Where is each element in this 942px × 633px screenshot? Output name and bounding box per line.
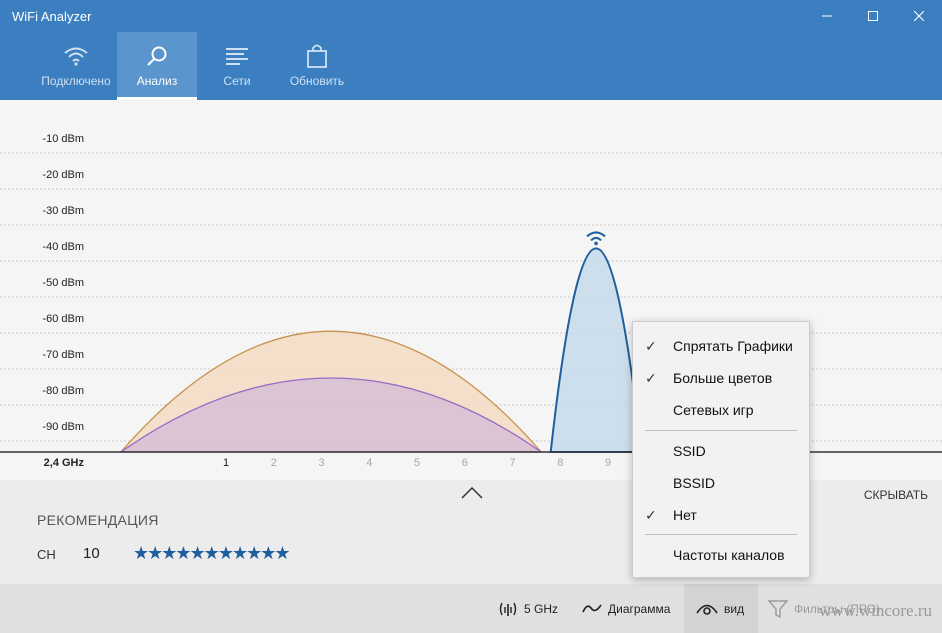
menu-separator: [645, 534, 797, 535]
check-icon: ✓: [645, 338, 657, 354]
menu-item-hide-graphs[interactable]: ✓ Спрятать Графики: [633, 330, 809, 362]
chevron-up-icon[interactable]: [461, 486, 483, 505]
menu-item-label: BSSID: [673, 475, 716, 491]
signal-curve: [549, 247, 643, 453]
list-icon: [225, 42, 249, 70]
menu-item-ssid[interactable]: SSID: [633, 435, 809, 467]
recommendation-heading: РЕКОМЕНДАЦИЯ: [37, 512, 159, 528]
close-button[interactable]: [896, 0, 942, 32]
window-title: WiFi Analyzer: [12, 9, 92, 24]
x-tick-label: 7: [509, 457, 515, 469]
maximize-button[interactable]: [850, 0, 896, 32]
x-tick-label: 2: [271, 457, 277, 469]
menu-item-label: Частоты каналов: [673, 547, 785, 563]
title-bar: WiFi Analyzer: [0, 0, 942, 32]
close-icon: [914, 11, 924, 21]
band-5ghz-button[interactable]: 5 GHz: [490, 584, 566, 633]
watermark: www.wincore.ru: [818, 601, 932, 620]
y-tick-label: -20 dBm: [42, 169, 84, 181]
y-tick-label: -60 dBm: [42, 313, 84, 325]
menu-item-label: Сетевых игр: [673, 402, 754, 418]
wifi-marker-icon: [594, 241, 598, 246]
y-tick-label: -90 dBm: [42, 421, 84, 433]
x-tick-label: 3: [318, 457, 324, 469]
rating-stars: ★★★★★★★★★★★: [133, 543, 291, 563]
top-navigation: Подключено Анализ Сети Обновить: [0, 32, 942, 100]
menu-item-channel-frequencies[interactable]: Частоты каналов: [633, 539, 809, 571]
diagram-button[interactable]: Диаграмма: [574, 584, 684, 633]
tab-refresh[interactable]: Обновить: [282, 32, 352, 100]
y-tick-label: -30 dBm: [42, 205, 84, 217]
eye-icon: [696, 602, 718, 616]
menu-item-none[interactable]: ✓ Нет: [633, 499, 809, 531]
diagram-label: Диаграмма: [608, 601, 671, 616]
bag-icon: [306, 42, 328, 70]
bottom-toolbar: 5 GHz Диаграмма вид Фильтры (ПРО) www.wi…: [0, 584, 942, 633]
check-icon: ✓: [645, 370, 657, 386]
y-tick-label: -50 dBm: [42, 277, 84, 289]
tab-analysis[interactable]: Анализ: [117, 32, 197, 100]
maximize-icon: [868, 11, 878, 21]
y-tick-label: -80 dBm: [42, 385, 84, 397]
view-button[interactable]: вид: [684, 584, 758, 633]
menu-item-label: Нет: [673, 507, 697, 523]
x-tick-label: 6: [462, 457, 468, 469]
tab-analysis-label: Анализ: [136, 74, 178, 88]
hide-button[interactable]: СКРЫВАТЬ: [864, 488, 928, 502]
band-label: 2,4 GHz: [44, 457, 85, 469]
menu-separator: [645, 430, 797, 431]
check-icon: ✓: [645, 507, 657, 523]
tab-connected-label: Подключено: [41, 74, 111, 88]
y-tick-label: -40 dBm: [42, 241, 84, 253]
channel-value: 10: [83, 545, 100, 562]
filter-icon: [768, 599, 788, 618]
menu-item-label: Больше цветов: [673, 370, 773, 386]
menu-item-bssid[interactable]: BSSID: [633, 467, 809, 499]
menu-item-label: Спрятать Графики: [673, 338, 793, 354]
y-tick-label: -70 dBm: [42, 349, 84, 361]
magnifier-icon: [145, 42, 169, 70]
view-context-menu: ✓ Спрятать Графики ✓ Больше цветов Сетев…: [632, 321, 810, 578]
x-tick-label: 1: [223, 457, 229, 469]
x-tick-label: 8: [557, 457, 563, 469]
y-tick-label: -10 dBm: [42, 133, 84, 145]
x-tick-label: 5: [414, 457, 420, 469]
menu-item-more-colors[interactable]: ✓ Больше цветов: [633, 362, 809, 394]
wifi-marker-icon: [586, 231, 606, 238]
tab-networks[interactable]: Сети: [205, 32, 269, 100]
wifi-marker-icon: [590, 236, 602, 242]
tab-connected[interactable]: Подключено: [33, 32, 119, 100]
channel-label: CH: [37, 547, 56, 562]
wifi-icon: [63, 42, 89, 70]
wave-icon: [582, 602, 602, 616]
tab-refresh-label: Обновить: [289, 74, 345, 88]
tab-networks-label: Сети: [223, 74, 251, 88]
x-tick-label: 4: [366, 457, 372, 469]
band-5ghz-label: 5 GHz: [524, 601, 559, 616]
minimize-icon: [822, 15, 832, 17]
antenna-icon: [498, 601, 518, 617]
menu-item-label: SSID: [673, 443, 706, 459]
x-tick-label: 9: [605, 457, 611, 469]
view-label: вид: [724, 601, 745, 616]
menu-item-network-games[interactable]: Сетевых игр: [633, 394, 809, 426]
signal-curve: [118, 377, 544, 453]
minimize-button[interactable]: [804, 0, 850, 32]
